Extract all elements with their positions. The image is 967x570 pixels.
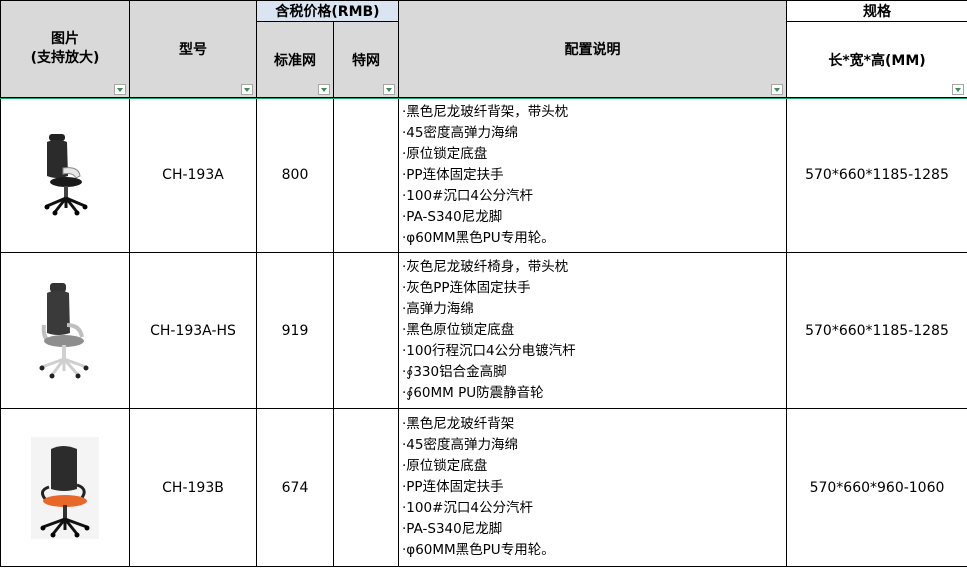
header-image-label: 图片 (支持放大) [30, 31, 100, 66]
frozen-pane-divider [0, 98, 967, 99]
config-line: ·∮330铝合金高脚 [402, 364, 507, 380]
standard-price-cell[interactable]: 919 [256, 252, 334, 409]
header-price-group: 含税价格(RMB) [256, 0, 399, 22]
model-cell[interactable]: CH-193A-HS [129, 252, 257, 409]
office-chair-icon[interactable] [27, 435, 103, 541]
header-config-label: 配置说明 [564, 42, 621, 58]
filter-dropdown-icon[interactable] [771, 84, 783, 95]
header-config: 配置说明 [398, 0, 787, 98]
office-chair-icon[interactable] [35, 132, 95, 218]
header-image: 图片 (支持放大) [0, 0, 130, 98]
header-spec-group: 规格 [786, 0, 967, 22]
header-dimension-label: 长*宽*高(MM) [828, 52, 926, 69]
filter-dropdown-icon[interactable] [241, 84, 253, 95]
config-line: ·∮60MM PU防震静音轮 [402, 385, 544, 401]
config-cell[interactable]: ·黑色尼龙玻纤背架 ·45密度高弹力海绵 ·原位锁定底盘 ·PP连体固定扶手 ·… [398, 408, 787, 567]
config-line: ·45密度高弹力海绵 [402, 437, 518, 453]
table-row[interactable]: CH-193A 800 ·黑色尼龙玻纤背架，带头枕 ·45密度高弹力海绵 ·原位… [0, 97, 967, 253]
config-line: ·灰色尼龙玻纤椅身，带头枕 [402, 259, 569, 275]
config-line: ·黑色尼龙玻纤背架 [402, 416, 515, 432]
config-line: ·原位锁定底盘 [402, 145, 488, 162]
config-line: ·高弹力海绵 [402, 301, 474, 317]
filter-dropdown-icon[interactable] [952, 84, 964, 95]
config-line: ·黑色尼龙玻纤背架，带头枕 [402, 103, 569, 120]
config-line: ·PP连体固定扶手 [402, 479, 504, 495]
config-line: ·45密度高弹力海绵 [402, 124, 518, 141]
config-cell[interactable]: ·黑色尼龙玻纤背架，带头枕 ·45密度高弹力海绵 ·原位锁定底盘 ·PP连体固定… [398, 97, 787, 253]
standard-price-cell[interactable]: 674 [256, 408, 334, 567]
product-image-cell[interactable] [0, 97, 130, 253]
config-line: ·φ60MM黑色PU专用轮。 [402, 542, 555, 558]
product-table: 图片 (支持放大) 型号 含税价格(RMB) 配置说明 规格 标准网 特网 长*… [0, 0, 967, 567]
config-line: ·原位锁定底盘 [402, 458, 488, 474]
office-chair-icon[interactable] [34, 281, 96, 381]
header-model: 型号 [129, 0, 257, 98]
model-cell[interactable]: CH-193B [129, 408, 257, 567]
config-line: ·PA-S340尼龙脚 [402, 521, 503, 537]
config-line: ·黑色原位锁定底盘 [402, 322, 515, 338]
special-price-cell[interactable] [333, 408, 399, 567]
header-standard: 标准网 [256, 21, 334, 98]
dimension-cell[interactable]: 570*660*1185-1285 [786, 252, 967, 409]
config-line: ·100#沉口4公分汽杆 [402, 500, 533, 516]
config-line: ·PA-S340尼龙脚 [402, 208, 503, 225]
product-image-cell[interactable] [0, 408, 130, 567]
config-cell[interactable]: ·灰色尼龙玻纤椅身，带头枕 ·灰色PP连体固定扶手 ·高弹力海绵 ·黑色原位锁定… [398, 252, 787, 409]
product-image-cell[interactable] [0, 252, 130, 409]
dimension-cell[interactable]: 570*660*1185-1285 [786, 97, 967, 253]
header-dimension: 长*宽*高(MM) [786, 21, 967, 98]
config-line: ·灰色PP连体固定扶手 [402, 280, 531, 296]
filter-dropdown-icon[interactable] [318, 84, 330, 95]
config-line: ·φ60MM黑色PU专用轮。 [402, 229, 555, 246]
table-row[interactable]: CH-193A-HS 919 ·灰色尼龙玻纤椅身，带头枕 ·灰色PP连体固定扶手… [0, 252, 967, 409]
model-cell[interactable]: CH-193A [129, 97, 257, 253]
special-price-cell[interactable] [333, 97, 399, 253]
special-price-cell[interactable] [333, 252, 399, 409]
config-line: ·100#沉口4公分汽杆 [402, 187, 533, 204]
spreadsheet: 图片 (支持放大) 型号 含税价格(RMB) 配置说明 规格 标准网 特网 长*… [0, 0, 967, 570]
dimension-cell[interactable]: 570*660*960-1060 [786, 408, 967, 567]
config-line: ·PP连体固定扶手 [402, 166, 504, 183]
header-standard-label: 标准网 [274, 52, 316, 69]
config-line: ·100行程沉口4公分电镀汽杆 [402, 343, 576, 359]
standard-price-cell[interactable]: 800 [256, 97, 334, 253]
header-model-label: 型号 [179, 42, 207, 58]
table-row[interactable]: CH-193B 674 ·黑色尼龙玻纤背架 ·45密度高弹力海绵 ·原位锁定底盘… [0, 408, 967, 567]
header-special: 特网 [333, 21, 399, 98]
filter-dropdown-icon[interactable] [383, 84, 395, 95]
header-special-label: 特网 [352, 52, 380, 69]
filter-dropdown-icon[interactable] [114, 84, 126, 95]
